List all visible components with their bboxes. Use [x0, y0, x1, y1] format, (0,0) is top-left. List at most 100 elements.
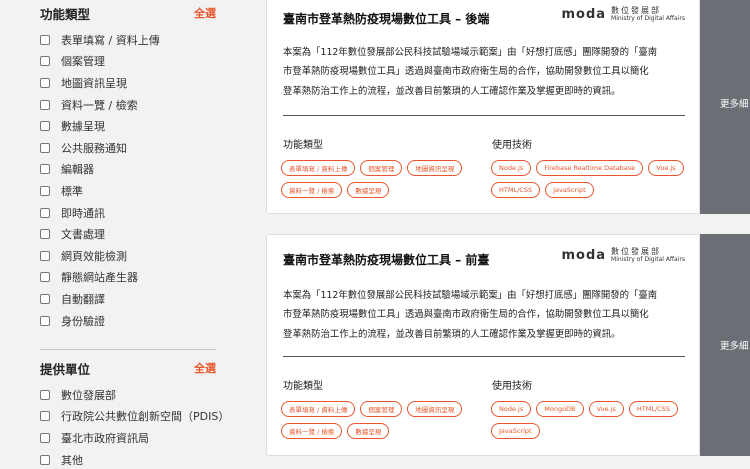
- tag-chip[interactable]: 個案管理: [360, 160, 403, 176]
- tag-chip[interactable]: 表單填寫 / 資料上傳: [281, 401, 356, 417]
- filter-option[interactable]: 自動翻譯: [40, 288, 216, 310]
- provider-filter-list: 數位發展部 行政院公共數位創新空間（PDIS） 臺北市政府資訊局其他: [40, 384, 229, 469]
- tag-chip[interactable]: Node.js: [491, 401, 532, 417]
- filter-checkbox[interactable]: [40, 99, 50, 110]
- filter-checkbox[interactable]: [40, 272, 50, 283]
- filter-option[interactable]: 文書處理: [40, 223, 216, 245]
- project-card[interactable]: 臺南市登革熱防疫現場數位工具 – 前臺 moda 數位發展部 Ministry …: [266, 234, 700, 456]
- provider-select-all-button[interactable]: 全選: [194, 360, 216, 376]
- tag-chip[interactable]: 資料一覽 / 檢索: [281, 182, 343, 198]
- tag-chip[interactable]: Node.js: [491, 160, 532, 176]
- filter-option-label: 公共服務通知: [61, 141, 127, 155]
- filter-option-label: 文書處理: [61, 228, 105, 242]
- filter-checkbox[interactable]: [40, 293, 50, 304]
- filter-option[interactable]: 個案管理: [40, 51, 216, 73]
- tech-tags: Node.js Firebase Realtime Database Vue.js H…: [491, 160, 691, 198]
- function-type-label: 功能類型: [283, 140, 323, 151]
- filter-option[interactable]: 地圖資訊呈現: [40, 72, 216, 94]
- filter-option-label: 表單填寫 / 資料上傳: [61, 33, 160, 47]
- moda-logo: moda 數位發展部 Ministry of Digital Affairs: [561, 6, 685, 22]
- filter-option-label: 身份驗證: [61, 314, 105, 328]
- card-title[interactable]: 臺南市登革熱防疫現場數位工具 – 後端: [283, 10, 489, 27]
- card-description: 本案為「112年數位發展部公民科技試驗場域示範案」由「好想打底感」團隊開發的「臺…: [283, 286, 687, 344]
- filter-option[interactable]: 編輯器: [40, 159, 216, 181]
- logo-name-en: Ministry of Digital Affairs: [611, 255, 685, 263]
- function-filter-header: 功能類型 全選: [40, 2, 216, 24]
- tag-chip[interactable]: JavaScript: [545, 182, 594, 198]
- moda-logo: moda 數位發展部 Ministry of Digital Affairs: [561, 247, 685, 264]
- tag-chip[interactable]: JavaScript: [491, 423, 540, 439]
- card-description-line: 登革熱防治工作上的流程，並改善目前繁瑣的人工確認作業及掌握更即時的資訊。: [283, 328, 621, 340]
- filter-option[interactable]: 即時通訊: [40, 202, 216, 224]
- filter-checkbox[interactable]: [40, 185, 50, 196]
- filter-option[interactable]: 行政院公共數位創新空間（PDIS）: [40, 406, 229, 428]
- tag-chip[interactable]: Vue.js: [588, 401, 624, 417]
- filter-checkbox[interactable]: [40, 34, 50, 45]
- tag-chip[interactable]: 數據呈現: [347, 423, 390, 439]
- filter-option-label: 網頁效能檢測: [61, 249, 127, 263]
- filter-option[interactable]: 標準: [40, 180, 216, 202]
- filter-checkbox[interactable]: [40, 250, 50, 261]
- moda-logo-icon: moda: [561, 248, 607, 264]
- function-filter: 功能類型 全選 表單填寫 / 資料上傳個案管理 地圖資訊呈現資料一覽 / 檢索數據…: [40, 2, 216, 331]
- card-description-line: 本案為「112年數位發展部公民科技試驗場域示範案」由「好想打底感」團隊開發的「臺…: [283, 47, 658, 58]
- card-description-line: 市登革熱防疫現場數位工具」透過與臺南市政府衛生局的合作，協助開發數位工具以簡化: [283, 66, 649, 78]
- filter-option[interactable]: 網頁效能檢測: [40, 245, 216, 267]
- filter-checkbox[interactable]: [40, 229, 50, 240]
- project-card[interactable]: 臺南市登革熱防疫現場數位工具 – 後端 moda 數位發展部 Ministry …: [266, 0, 700, 214]
- logo-name-en: Ministry of Digital Affairs: [611, 14, 685, 22]
- tag-chip[interactable]: 個案管理: [360, 401, 403, 417]
- filter-checkbox[interactable]: [40, 121, 50, 132]
- filter-option[interactable]: 數據呈現: [40, 115, 216, 137]
- filter-option[interactable]: 身份驗證: [40, 310, 216, 332]
- function-filter-list: 表單填寫 / 資料上傳個案管理 地圖資訊呈現資料一覽 / 檢索數據呈現公共服務通知…: [40, 29, 216, 331]
- tag-chip[interactable]: HTML/CSS: [491, 182, 541, 198]
- provider-filter-header: 提供單位 全選: [40, 357, 216, 379]
- tag-chip[interactable]: 資料一覽 / 檢索: [281, 423, 343, 439]
- more-details-label: 更多細: [720, 341, 749, 352]
- more-details-button[interactable]: 更多細: [700, 234, 750, 456]
- tag-chip[interactable]: 地圖資訊呈現: [407, 160, 463, 176]
- card-description-line: 登革熱防治工作上的流程，並改善目前繁瑣的人工確認作業及掌握更即時的資訊。: [283, 85, 621, 97]
- provider-filter-title: 提供單位: [40, 361, 91, 377]
- tag-chip[interactable]: MongoDB: [536, 401, 584, 417]
- filter-option[interactable]: 臺北市政府資訊局: [40, 427, 216, 449]
- filter-checkbox[interactable]: [40, 432, 50, 443]
- filter-sidebar: 功能類型 全選 表單填寫 / 資料上傳個案管理 地圖資訊呈現資料一覽 / 檢索數據…: [0, 0, 232, 469]
- tech-label: 使用技術: [492, 140, 532, 151]
- filter-checkbox[interactable]: [40, 454, 50, 465]
- function-select-all-button[interactable]: 全選: [194, 5, 216, 21]
- filter-option[interactable]: 公共服務通知: [40, 137, 216, 159]
- filter-option[interactable]: 靜態網站產生器: [40, 267, 216, 289]
- filter-checkbox[interactable]: [40, 315, 50, 326]
- filter-checkbox[interactable]: [40, 77, 50, 88]
- tag-chip[interactable]: Firebase Realtime Database: [536, 160, 644, 176]
- filter-checkbox[interactable]: [40, 164, 50, 175]
- function-tags: 表單填寫 / 資料上傳 個案管理 地圖資訊呈現資料一覽 / 檢索 數據呈現: [281, 160, 481, 198]
- tag-chip[interactable]: 表單填寫 / 資料上傳: [281, 160, 356, 176]
- tag-chip[interactable]: 地圖資訊呈現: [407, 401, 463, 417]
- filter-option-label: 資料一覽 / 檢索: [61, 98, 138, 112]
- filter-checkbox[interactable]: [40, 389, 50, 400]
- filter-option[interactable]: 其他: [40, 449, 216, 469]
- tag-chip[interactable]: Vue.js: [648, 160, 684, 176]
- filter-option-label: 其他: [61, 453, 83, 467]
- function-type-label: 功能類型: [283, 381, 323, 392]
- card-separator: [283, 115, 685, 116]
- more-details-label: 更多細: [720, 99, 749, 110]
- filter-option[interactable]: 數位發展部: [40, 384, 216, 406]
- card-description-line: 市登革熱防疫現場數位工具」透過與臺南市政府衛生局的合作，協助開發數位工具以簡化: [283, 309, 649, 321]
- more-details-button[interactable]: 更多細: [700, 0, 750, 214]
- tag-chip[interactable]: 數據呈現: [347, 182, 390, 198]
- filter-checkbox[interactable]: [40, 142, 50, 153]
- filter-option[interactable]: 表單填寫 / 資料上傳: [40, 29, 216, 51]
- function-filter-title: 功能類型: [40, 6, 91, 22]
- card-title[interactable]: 臺南市登革熱防疫現場數位工具 – 前臺: [283, 251, 489, 268]
- tag-chip[interactable]: HTML/CSS: [628, 401, 678, 417]
- filter-checkbox[interactable]: [40, 207, 50, 218]
- provider-filter: 提供單位 全選 數位發展部 行政院公共數位創新空間（PDIS） 臺北市政府資訊局其他: [40, 357, 229, 469]
- filter-option[interactable]: 資料一覽 / 檢索: [40, 94, 216, 116]
- filter-option-label: 編輯器: [61, 163, 94, 177]
- filter-checkbox[interactable]: [40, 411, 50, 422]
- filter-checkbox[interactable]: [40, 56, 50, 67]
